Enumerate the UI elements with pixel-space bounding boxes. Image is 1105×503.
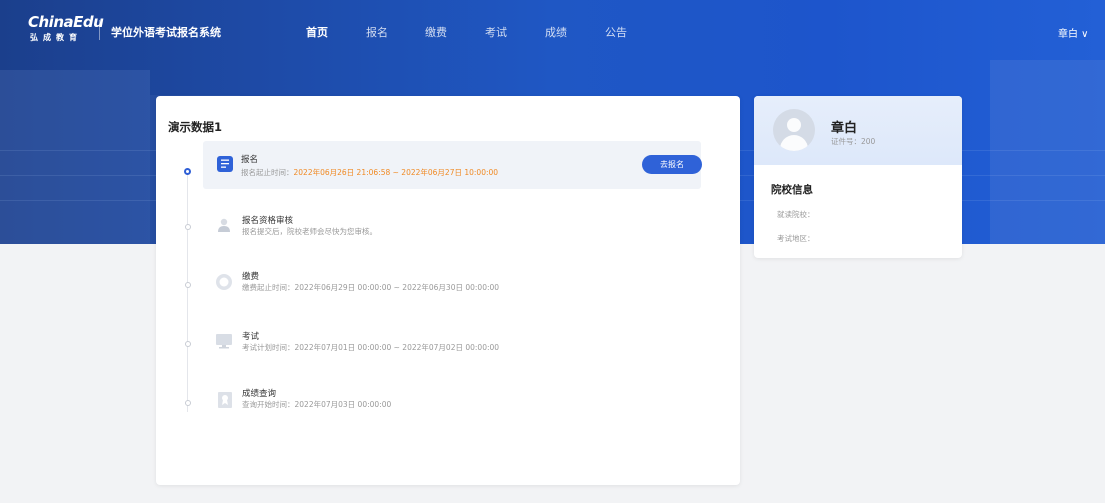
step-desc-label: 缴费起止时间：	[242, 283, 295, 292]
step-desc-time: 2022年06月29日 00:00:00 ~ 2022年06月30日 00:00…	[294, 283, 500, 292]
profile-card: 章白 证件号：200 院校信息 就读院校： 考试地区：	[754, 96, 962, 258]
region-label: 考试地区：	[777, 234, 815, 243]
step-payment: 缴费 缴费起止时间：2022年06月29日 00:00:00 ~ 2022年06…	[156, 263, 740, 309]
step-desc-label: 考试计划时间：	[242, 343, 295, 352]
step-name: 报名资格审核	[242, 216, 294, 226]
step-desc-time: 2022年07月03日 00:00:00	[294, 400, 392, 409]
logo-divider	[99, 20, 100, 40]
timeline-dot-active	[184, 168, 191, 175]
card-title: 演示数据1	[168, 120, 223, 134]
nav-home[interactable]: 首页	[306, 24, 328, 40]
school-label: 就读院校：	[777, 210, 815, 219]
step-name: 缴费	[242, 272, 260, 282]
step-name: 成绩查询	[242, 389, 277, 399]
user-check-icon	[216, 217, 232, 233]
profile-header: 章白 证件号：200	[754, 96, 962, 165]
building-silhouette	[990, 60, 1105, 244]
step-exam: 考试 考试计划时间：2022年07月01日 00:00:00 ~ 2022年07…	[156, 324, 740, 370]
step-register: 报名 报名起止时间：2022年06月26日 21:06:58 ~ 2022年06…	[203, 141, 702, 189]
user-menu[interactable]: 章白 ∨	[1058, 25, 1089, 40]
monitor-icon	[215, 332, 232, 349]
coin-icon	[215, 273, 232, 290]
school-info-title: 院校信息	[771, 184, 813, 196]
step-desc: 报名起止时间：2022年06月26日 21:06:58 ~ 2022年06月27…	[241, 167, 498, 178]
building-silhouette	[0, 70, 150, 244]
nav-scores[interactable]: 成绩	[545, 24, 567, 40]
certificate-icon	[217, 391, 233, 408]
certificate-number: 证件号：200	[831, 137, 876, 146]
step-score-query: 成绩查询 查询开始时间：2022年07月03日 00:00:00	[156, 383, 740, 429]
step-desc: 考试计划时间：2022年07月01日 00:00:00 ~ 2022年07月02…	[242, 342, 499, 353]
avatar	[773, 109, 815, 151]
top-navbar: ChinaEdu 弘成教育 学位外语考试报名系统 首页 报名 缴费 考试 成绩 …	[0, 0, 1105, 62]
chinaedu-logo[interactable]: ChinaEdu 弘成教育	[28, 13, 108, 44]
go-register-button[interactable]: 去报名	[642, 155, 702, 174]
step-name: 报名	[241, 155, 259, 165]
system-title: 学位外语考试报名系统	[111, 26, 221, 39]
step-desc: 缴费起止时间：2022年06月29日 00:00:00 ~ 2022年06月30…	[242, 282, 499, 293]
step-desc: 报名提交后，院校老师会尽快为您审核。	[242, 227, 377, 236]
nav-register[interactable]: 报名	[366, 24, 388, 40]
step-desc: 查询开始时间：2022年07月03日 00:00:00	[242, 399, 391, 410]
logo-text: ChinaEdu	[28, 13, 104, 31]
document-icon	[217, 156, 233, 172]
profile-name: 章白	[831, 121, 858, 136]
step-desc-label: 报名起止时间：	[241, 168, 294, 177]
nav-exam[interactable]: 考试	[485, 24, 507, 40]
logo-subtext: 弘成教育	[30, 33, 82, 42]
nav-notices[interactable]: 公告	[605, 24, 627, 40]
step-desc-label: 查询开始时间：	[242, 400, 295, 409]
step-name: 考试	[242, 332, 260, 342]
nav-payment[interactable]: 缴费	[425, 24, 447, 40]
step-desc-time: 2022年07月01日 00:00:00 ~ 2022年07月02日 00:00…	[294, 343, 500, 352]
exam-progress-card: 演示数据1 报名 报名起止时间：2022年06月26日 21:06:58 ~ 2…	[156, 96, 740, 485]
step-qualification-review: 报名资格审核 报名提交后，院校老师会尽快为您审核。	[156, 207, 740, 253]
step-desc-time: 2022年06月26日 21:06:58 ~ 2022年06月27日 10:00…	[293, 168, 499, 177]
